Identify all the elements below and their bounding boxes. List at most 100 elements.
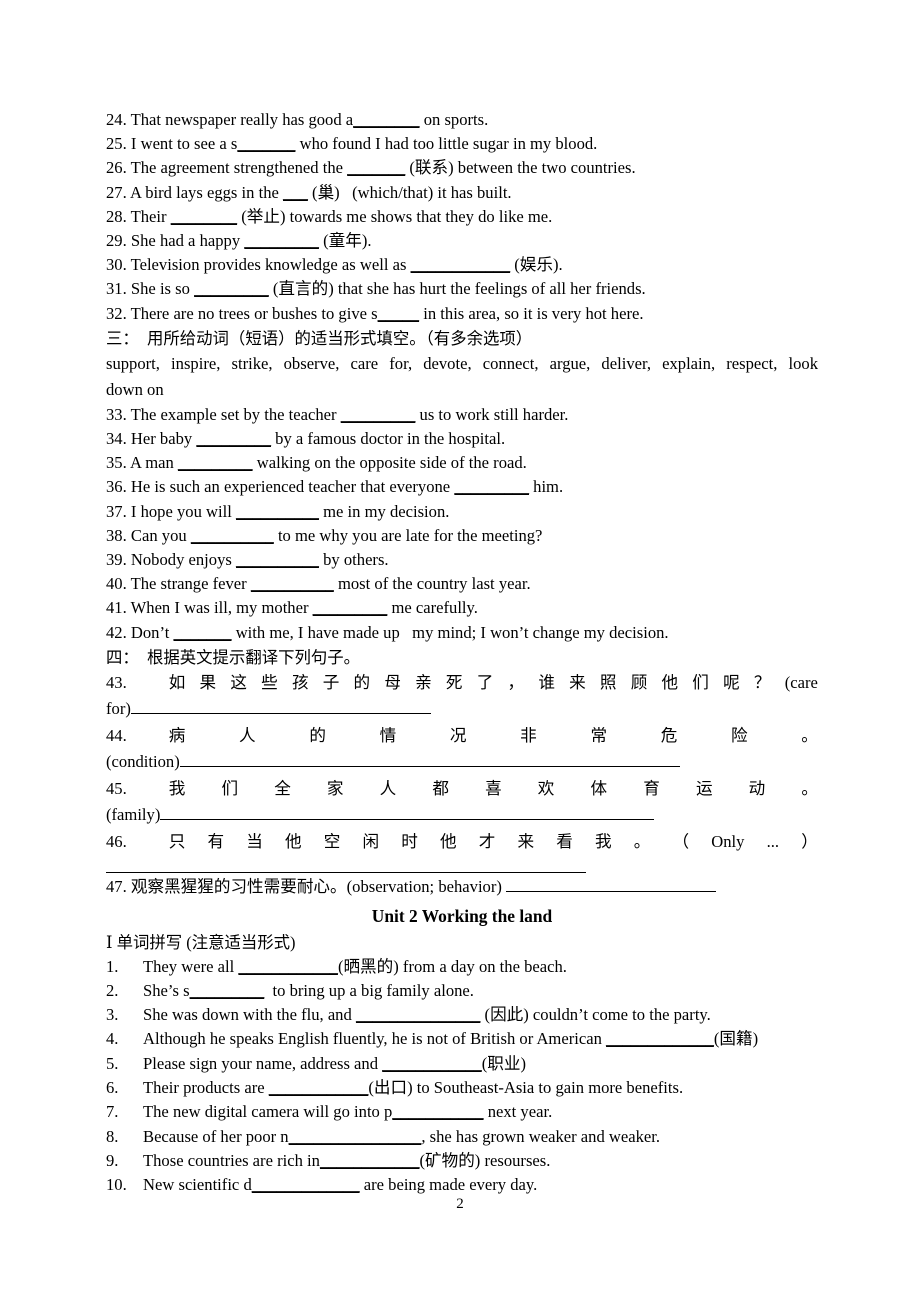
chinese-char: 情 — [379, 725, 397, 745]
fill-blank[interactable]: ________________ — [289, 1127, 422, 1146]
fill-blank[interactable]: _________ — [194, 279, 269, 298]
answer-line[interactable] — [106, 855, 818, 875]
item-text: Please sign your name, address and _____… — [143, 1052, 818, 1076]
item-text-pre: I went to see a s — [130, 134, 238, 154]
fill-blank[interactable]: ____________ — [411, 255, 511, 274]
chinese-char: ， — [507, 672, 525, 692]
fill-blank[interactable]: __________ — [251, 574, 334, 593]
item-number: 9. — [106, 1150, 119, 1170]
chinese-char: 我 — [595, 831, 612, 851]
list-item: 3. She was down with the flu, and _______… — [106, 1003, 818, 1027]
list-item: 7. The new digital camera will go into p_… — [106, 1100, 818, 1124]
fill-blank[interactable]: _______________ — [356, 1005, 480, 1024]
fill-blank[interactable]: ____________ — [269, 1078, 369, 1097]
chinese-char: 况 — [449, 725, 467, 745]
item-text: Those countries are rich in____________(… — [143, 1149, 818, 1173]
item-number: 8. — [106, 1126, 119, 1146]
unit2-items: 1. They were all ____________(晒黑的) from a… — [106, 955, 818, 1198]
page-content: 24. That newspaper really has good a____… — [106, 108, 818, 1198]
fill-blank[interactable]: ___________ — [392, 1102, 483, 1121]
item-text-pre: Please sign your name, address and — [143, 1053, 383, 1073]
answer-rule[interactable] — [130, 698, 431, 715]
fill-blank[interactable]: ____________ — [238, 957, 338, 976]
fill-blank[interactable]: _______ — [173, 623, 231, 642]
question-item: 40. The strange fever __________ most of… — [106, 572, 818, 596]
chinese-char: 的 — [353, 672, 371, 692]
fill-blank[interactable]: ____________ — [320, 1151, 420, 1170]
fill-blank[interactable]: _________ — [341, 405, 416, 424]
chinese-char: 危 — [660, 725, 678, 745]
chinese-char: 看 — [556, 831, 573, 851]
fill-blank[interactable]: _____________ — [252, 1175, 360, 1194]
fill-blank[interactable]: ____________ — [382, 1054, 482, 1073]
answer-rule[interactable] — [160, 804, 655, 821]
fill-blank[interactable]: _______ — [237, 134, 295, 153]
item-text-post: (联系) between the two countries. — [405, 158, 636, 178]
item-text-pre: She’s s — [143, 980, 190, 1000]
chinese-char: 才 — [478, 831, 496, 851]
chinese-char: 他 — [285, 831, 302, 851]
item-text-post: him. — [529, 477, 564, 497]
answer-line[interactable]: (family) — [106, 802, 818, 829]
answer-rule[interactable] — [506, 876, 717, 893]
fill-blank[interactable]: _______ — [347, 158, 405, 177]
answer-line[interactable]: for) — [106, 696, 818, 723]
chinese-char: 闲 — [362, 831, 380, 851]
fill-blank[interactable]: _________ — [190, 981, 265, 1000]
item-number: 2. — [106, 980, 119, 1000]
item-text: Because of her poor n________________, s… — [143, 1125, 818, 1149]
chinese-char: 。 — [633, 831, 651, 851]
fill-blank[interactable]: _________ — [178, 453, 253, 472]
item-text-post: (矿物的) resourses. — [419, 1150, 551, 1170]
list-item: 5. Please sign your name, address and ___… — [106, 1052, 818, 1076]
item-text-pre: A man — [129, 453, 178, 473]
item-text-pre: She had a happy — [130, 231, 245, 251]
item-number: 34. — [106, 429, 127, 449]
item-text-pre: Their products are — [143, 1078, 269, 1098]
unit2-part-heading: Ⅰ 单词拼写 (注意适当形式) — [106, 932, 296, 952]
item-number: 26. — [106, 158, 127, 178]
fill-blank[interactable]: _____________ — [606, 1029, 714, 1048]
item-text-post: by others. — [318, 550, 389, 570]
document-page: 24. That newspaper really has good a____… — [0, 0, 920, 1302]
chinese-char: 些 — [261, 672, 278, 692]
list-item: 8. Because of her poor n________________,… — [106, 1125, 818, 1149]
question-item: 37. I hope you will __________ me in my … — [106, 500, 818, 524]
item-text-post: (举止) towards me shows that they do like … — [237, 206, 553, 226]
chinese-char: 动 — [748, 778, 766, 798]
item-number: 39. — [106, 550, 127, 570]
fill-blank[interactable]: _________ — [454, 477, 529, 496]
fill-blank[interactable]: _________ — [244, 231, 319, 250]
fill-blank[interactable]: __________ — [191, 526, 274, 545]
chinese-char: 他 — [661, 672, 679, 692]
item-text-pre: She was down with the flu, and — [143, 1005, 356, 1025]
fill-blank[interactable]: ________ — [353, 110, 419, 129]
fill-blank[interactable]: __________ — [236, 502, 319, 521]
chinese-char: 病 — [168, 725, 186, 745]
item-text-pre: They were all — [143, 956, 239, 976]
list-item: 10. New scientific d_____________ are bei… — [106, 1173, 818, 1197]
chinese-char: 空 — [323, 831, 341, 851]
fill-blank[interactable]: ___ — [283, 183, 308, 202]
answer-rule[interactable] — [106, 858, 586, 874]
chinese-sentence: 只 有 当 他 空 闲 时 他 才 来 看 我 。 （ Only... ） — [127, 829, 818, 856]
list-item: 2. She’s s_________ to bring up a big fam… — [106, 979, 818, 1003]
question-item: 35. A man _________ walking on the oppos… — [106, 451, 818, 475]
fill-blank[interactable]: _____ — [378, 304, 419, 323]
item-text-post: (国籍) — [713, 1029, 759, 1049]
fill-blank[interactable]: _________ — [196, 429, 271, 448]
translation-item: 47. 观察黑猩猩的习性需要耐心。(observation; behavior) — [106, 875, 818, 899]
item-number: 35. — [106, 453, 127, 473]
answer-line[interactable]: (condition) — [106, 749, 818, 776]
chinese-char: 他 — [440, 831, 457, 851]
answer-rule[interactable] — [179, 751, 680, 768]
item-text-pre: He is such an experienced teacher that e… — [130, 477, 455, 497]
fill-blank[interactable]: __________ — [236, 550, 319, 569]
item-text-post: to bring up a big family alone. — [264, 980, 474, 1000]
chinese-char: 顾 — [630, 672, 648, 692]
fill-blank[interactable]: _________ — [313, 598, 388, 617]
item-text-post: (晒黑的) from a day on the beach. — [337, 956, 567, 976]
item-text-pre: She is so — [130, 279, 195, 299]
page-number: 2 — [456, 1196, 464, 1212]
fill-blank[interactable]: ________ — [171, 207, 237, 226]
